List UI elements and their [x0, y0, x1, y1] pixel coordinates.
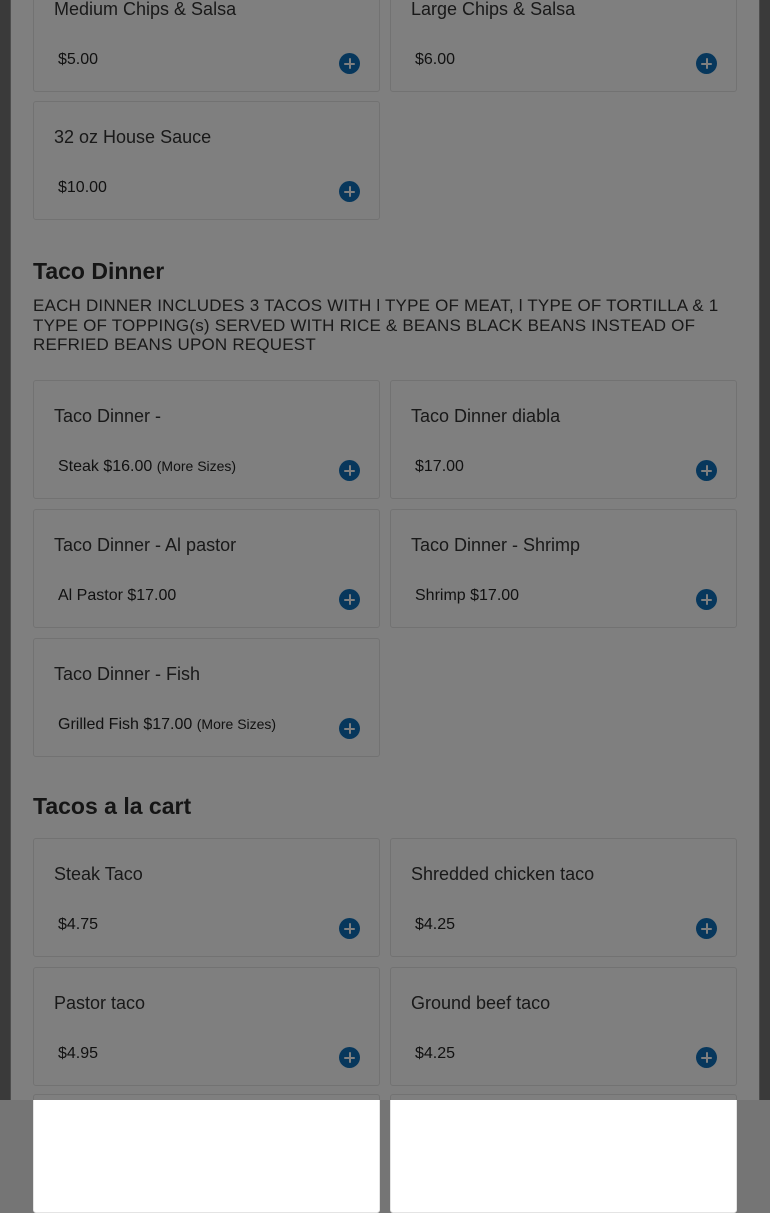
menu-item-name: Large Chips & Salsa: [411, 0, 576, 19]
section-title: Taco Dinner: [33, 258, 165, 284]
menu-item-name: Taco Dinner - Shrimp: [411, 535, 581, 555]
menu-page: Medium Chips & Salsa $5.00 Large Chips &…: [10, 0, 760, 1213]
menu-item-card[interactable]: Taco Dinner - Steak $16.00 (More Sizes): [33, 380, 380, 499]
menu-item-name: Taco Dinner diabla: [411, 406, 561, 426]
menu-item-card[interactable]: Steak Taco $4.75: [33, 838, 380, 957]
menu-item-price: $4.75: [58, 916, 99, 933]
menu-item-price: $5.00: [58, 51, 99, 68]
menu-item-price: $4.25: [415, 1045, 456, 1062]
more-sizes-label: (More Sizes): [156, 458, 237, 474]
menu-item-card[interactable]: Large Chips & Salsa $6.00: [390, 0, 737, 92]
section-description: EACH DINNER INCLUDES 3 TACOS WITH l TYPE…: [33, 296, 719, 354]
add-item-button[interactable]: [339, 589, 360, 610]
add-item-button[interactable]: [339, 460, 360, 481]
menu-item-card[interactable]: [390, 1094, 737, 1213]
menu-item-name: 32 oz House Sauce: [54, 127, 212, 147]
menu-item-price: Al Pastor $17.00: [58, 587, 177, 604]
menu-item-card[interactable]: Taco Dinner - Al pastor Al Pastor $17.00: [33, 509, 380, 628]
menu-item-name: Medium Chips & Salsa: [54, 0, 237, 19]
menu-item-price: $10.00: [58, 179, 107, 196]
add-item-button[interactable]: [696, 53, 717, 74]
menu-item-name: Ground beef taco: [411, 993, 551, 1013]
menu-item-name: Taco Dinner -: [54, 406, 162, 426]
more-sizes-label: (More Sizes): [196, 716, 277, 732]
add-item-button[interactable]: [339, 918, 360, 939]
menu-item-card[interactable]: [33, 1094, 380, 1213]
add-item-button[interactable]: [696, 1047, 717, 1068]
add-item-button[interactable]: [339, 181, 360, 202]
add-item-button[interactable]: [696, 918, 717, 939]
menu-item-price: Grilled Fish $17.00 (More Sizes): [58, 716, 277, 733]
menu-item-card[interactable]: Medium Chips & Salsa $5.00: [33, 0, 380, 92]
add-item-button[interactable]: [696, 589, 717, 610]
add-item-button[interactable]: [339, 53, 360, 74]
menu-item-name: Steak Taco: [54, 864, 143, 884]
menu-item-card[interactable]: Shredded chicken taco $4.25: [390, 838, 737, 957]
menu-item-card[interactable]: 32 oz House Sauce $10.00: [33, 101, 380, 220]
menu-item-card[interactable]: Taco Dinner - Fish Grilled Fish $17.00 (…: [33, 638, 380, 757]
menu-item-price: $6.00: [415, 51, 456, 68]
add-item-button[interactable]: [339, 718, 360, 739]
menu-item-price: $4.25: [415, 916, 456, 933]
menu-item-name: Shredded chicken taco: [411, 864, 595, 884]
section-title: Tacos a la cart: [33, 793, 192, 819]
menu-item-card[interactable]: Taco Dinner - Shrimp Shrimp $17.00: [390, 509, 737, 628]
add-item-button[interactable]: [696, 460, 717, 481]
menu-item-name: Pastor taco: [54, 993, 146, 1013]
menu-item-card[interactable]: Ground beef taco $4.25: [390, 967, 737, 1086]
menu-item-name: Taco Dinner - Fish: [54, 664, 201, 684]
menu-item-price: Steak $16.00 (More Sizes): [58, 458, 237, 475]
menu-item-price: $17.00: [415, 458, 464, 475]
menu-item-card[interactable]: Taco Dinner diabla $17.00: [390, 380, 737, 499]
add-item-button[interactable]: [339, 1047, 360, 1068]
menu-item-card[interactable]: Pastor taco $4.95: [33, 967, 380, 1086]
menu-item-price: Shrimp $17.00: [415, 587, 520, 604]
menu-item-price: $4.95: [58, 1045, 99, 1062]
menu-item-name: Taco Dinner - Al pastor: [54, 535, 237, 555]
